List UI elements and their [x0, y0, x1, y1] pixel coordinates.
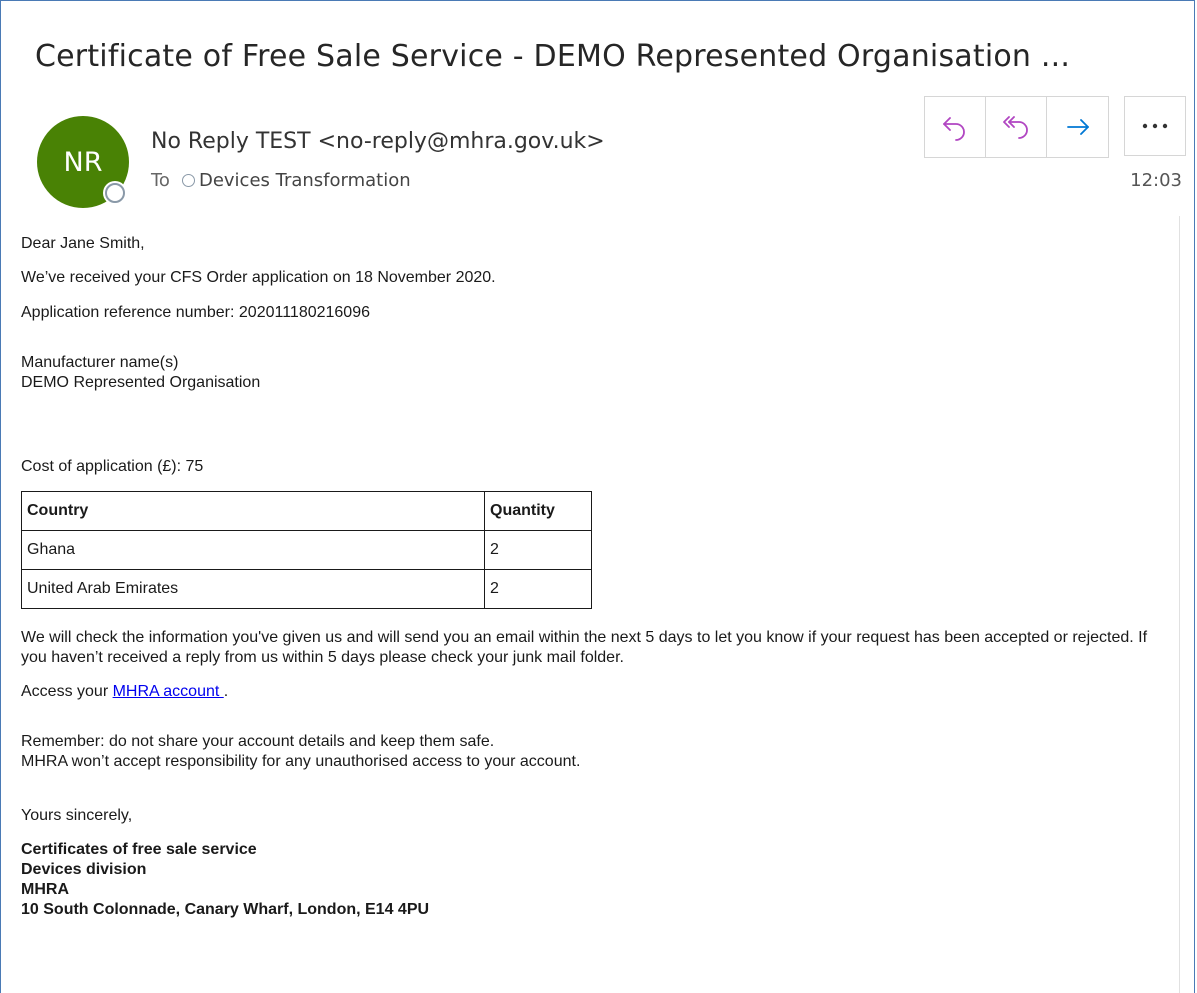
cost-text: Cost of application (£): 75	[21, 458, 204, 475]
table-cell-quantity: 2	[484, 569, 592, 609]
reference-text: Application reference number: 2020111802…	[21, 304, 370, 321]
table-header-row: Country Quantity	[21, 491, 592, 531]
reply-all-icon	[1003, 116, 1028, 139]
presence-status-icon	[105, 183, 125, 203]
forward-button[interactable]	[1047, 97, 1108, 157]
table-row: Ghana 2	[21, 530, 592, 570]
scrollbar-track[interactable]	[1179, 216, 1180, 993]
recipient-presence-icon	[181, 174, 195, 187]
reply-icon	[943, 117, 965, 141]
table-row: United Arab Emirates 2	[21, 569, 592, 609]
reply-all-button[interactable]	[986, 97, 1047, 157]
recipients-line: To Devices Transformation	[151, 170, 411, 191]
access-account-text: Access your MHRA account .	[21, 682, 1171, 702]
signature-line: 10 South Colonnade, Canary Wharf, London…	[21, 901, 430, 918]
check-info-text: We will check the information you've giv…	[21, 629, 1148, 666]
sender-name[interactable]: No Reply TEST <no-reply@mhra.gov.uk>	[151, 129, 605, 154]
more-icon	[1142, 123, 1168, 129]
manufacturer-label: Manufacturer name(s)	[21, 354, 179, 371]
received-time: 12:03	[1130, 170, 1182, 191]
reply-button[interactable]	[925, 97, 986, 157]
access-suffix: .	[223, 683, 229, 700]
received-text: We’ve received your CFS Order applicatio…	[21, 269, 496, 286]
remember-block: Remember: do not share your account deta…	[21, 732, 1171, 772]
email-body: Dear Jane Smith, We’ve received your CFS…	[21, 234, 1171, 920]
more-actions-button[interactable]	[1124, 96, 1186, 156]
signature-line: Devices division	[21, 861, 147, 878]
email-subject: Certificate of Free Sale Service - DEMO …	[35, 39, 1071, 74]
message-actions	[924, 96, 1109, 158]
remember-line-2: MHRA won’t accept responsibility for any…	[21, 753, 581, 770]
table-cell-quantity: 2	[484, 530, 592, 570]
table-cell-country: United Arab Emirates	[21, 569, 485, 609]
mhra-account-link[interactable]: MHRA account	[113, 683, 224, 700]
email-reading-pane: Certificate of Free Sale Service - DEMO …	[0, 0, 1195, 993]
closing-text: Yours sincerely,	[21, 807, 133, 824]
table-header-quantity: Quantity	[484, 491, 592, 531]
recipient-name[interactable]: Devices Transformation	[199, 170, 411, 191]
manufacturer-block: Manufacturer name(s) DEMO Represented Or…	[21, 353, 1171, 393]
table-header-country: Country	[21, 491, 485, 531]
manufacturer-name: DEMO Represented Organisation	[21, 374, 261, 391]
signature-line: MHRA	[21, 881, 69, 898]
access-prefix: Access your	[21, 683, 113, 700]
signature-block: Certificates of free sale service Device…	[21, 840, 1171, 920]
signature-line: Certificates of free sale service	[21, 841, 257, 858]
country-quantity-table: Country Quantity Ghana 2 United Arab Emi…	[21, 491, 592, 609]
remember-line-1: Remember: do not share your account deta…	[21, 733, 495, 750]
greeting: Dear Jane Smith,	[21, 235, 145, 252]
to-label: To	[151, 170, 170, 191]
forward-icon	[1066, 119, 1089, 135]
avatar-initials: NR	[63, 146, 103, 178]
table-cell-country: Ghana	[21, 530, 485, 570]
